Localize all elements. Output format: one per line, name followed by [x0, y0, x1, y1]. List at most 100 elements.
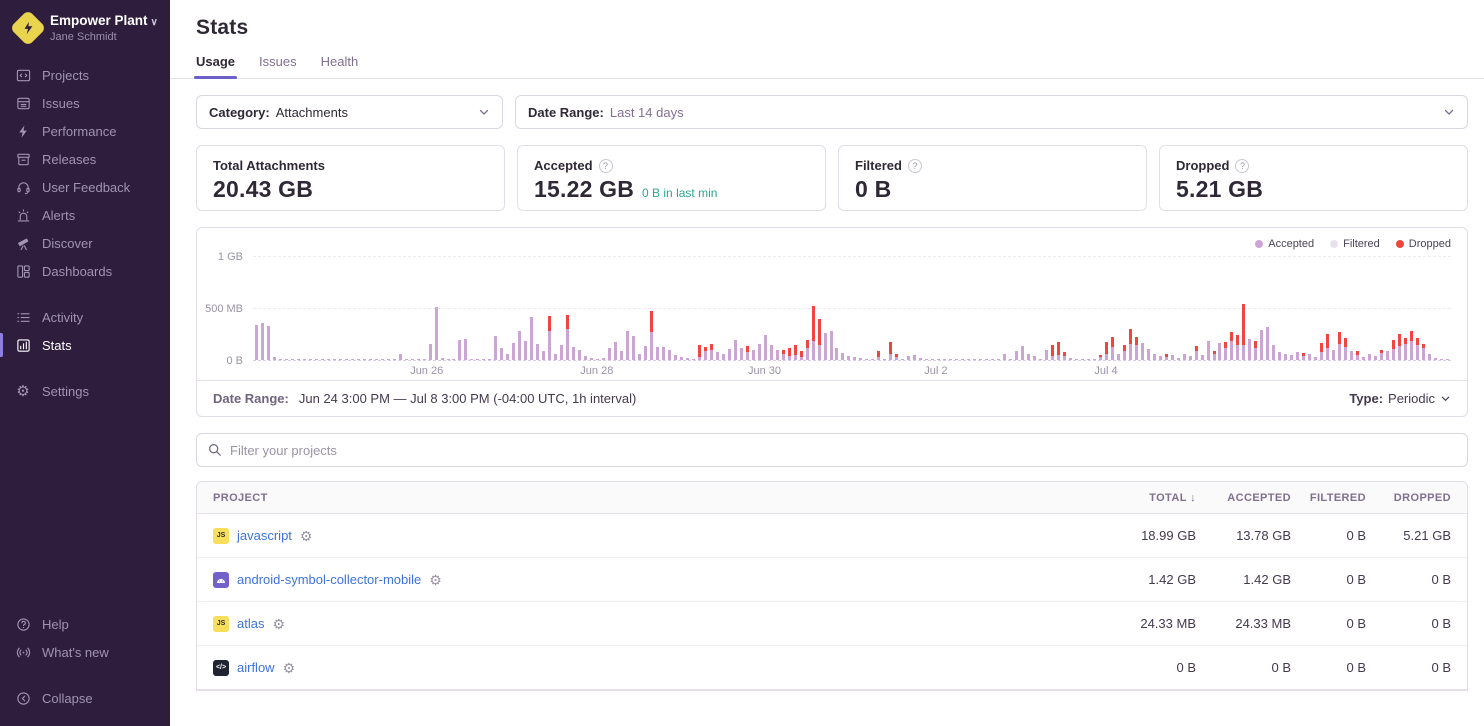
sidebar: Empower Plant∨ Jane Schmidt ProjectsIssu…: [0, 0, 170, 726]
category-select[interactable]: Category: Attachments: [196, 95, 503, 129]
chart-bar: [830, 331, 833, 360]
tab-issues[interactable]: Issues: [259, 54, 297, 78]
collapse-icon: [15, 690, 31, 706]
chart-bar: [1224, 342, 1227, 360]
sidebar-item-stats[interactable]: Stats: [0, 331, 170, 359]
chart-bar: [1015, 351, 1018, 360]
tab-health[interactable]: Health: [321, 54, 359, 78]
sidebar-footer-nav: Help What's new: [0, 610, 170, 666]
chart-bar: [644, 346, 647, 360]
help-tooltip-icon[interactable]: ?: [1235, 159, 1249, 173]
sidebar-item-discover[interactable]: Discover: [0, 229, 170, 257]
chart-bar: [824, 333, 827, 360]
cell-dropped: 5.21 GB: [1366, 528, 1451, 543]
tab-usage[interactable]: Usage: [196, 54, 235, 78]
chart-bar: [1356, 351, 1359, 360]
chart-bar: [800, 351, 803, 360]
sidebar-item-settings[interactable]: ⚙Settings: [0, 377, 170, 405]
chart-bar: [752, 350, 755, 360]
column-total[interactable]: Total ↓: [1086, 492, 1196, 504]
chart-type-select[interactable]: Type: Periodic: [1349, 391, 1451, 406]
sidebar-item-whats-new[interactable]: What's new: [0, 638, 170, 666]
chart-footer: Date Range: Jun 24 3:00 PM — Jul 8 3:00 …: [197, 380, 1467, 416]
chart-bar: [841, 353, 844, 360]
chart-bar: [1326, 334, 1329, 360]
chart-bar: [835, 348, 838, 360]
sidebar-item-label: Settings: [42, 385, 89, 398]
sidebar-item-help[interactable]: Help: [0, 610, 170, 638]
chart-bar: [1123, 345, 1126, 360]
sidebar-item-label: Stats: [42, 339, 72, 352]
chart-bar: [261, 323, 264, 360]
chart-bar: [1248, 339, 1251, 360]
sidebar-item-activity[interactable]: Activity: [0, 303, 170, 331]
sidebar-item-releases[interactable]: Releases: [0, 145, 170, 173]
stat-card-value: 20.43 GB: [213, 176, 313, 203]
legend-item-dropped[interactable]: Dropped: [1396, 238, 1451, 250]
sidebar-item-projects[interactable]: Projects: [0, 61, 170, 89]
project-link[interactable]: android-symbol-collector-mobile: [237, 572, 421, 587]
stat-card-value: 15.22 GB: [534, 176, 634, 203]
project-filter-input[interactable]: [230, 443, 1456, 458]
project-settings-gear-icon[interactable]: ⚙: [283, 661, 296, 675]
help-tooltip-icon[interactable]: ?: [599, 159, 613, 173]
chart-bar: [1338, 332, 1341, 360]
sidebar-item-performance[interactable]: Performance: [0, 117, 170, 145]
main-area: Stats UsageIssuesHealth Category: Attach…: [170, 0, 1484, 726]
chart-bar: [267, 326, 270, 360]
stat-card-note: 0 B in last min: [642, 186, 717, 200]
chart-bar: [464, 339, 467, 360]
project-settings-gear-icon[interactable]: ⚙: [272, 617, 285, 631]
chart-bar: [1063, 352, 1066, 360]
sidebar-item-user-feedback[interactable]: User Feedback: [0, 173, 170, 201]
cell-filtered: 0 B: [1291, 660, 1366, 675]
chart-bar: [1141, 343, 1144, 360]
user-name: Jane Schmidt: [50, 31, 158, 44]
chart-bar: [782, 350, 785, 360]
sidebar-item-label: Releases: [42, 153, 96, 166]
column-dropped[interactable]: Dropped: [1366, 492, 1451, 504]
date-range-select[interactable]: Date Range: Last 14 days: [515, 95, 1468, 129]
org-logo-icon: [10, 10, 47, 47]
project-link[interactable]: airflow: [237, 660, 275, 675]
project-link[interactable]: atlas: [237, 616, 264, 631]
chart-bar: [1111, 337, 1114, 360]
sidebar-item-issues[interactable]: Issues: [0, 89, 170, 117]
legend-item-accepted[interactable]: Accepted: [1255, 238, 1314, 250]
project-link[interactable]: javascript: [237, 528, 292, 543]
chart-bar: [1404, 338, 1407, 360]
project-filter: [196, 433, 1468, 467]
user-feedback-icon: [15, 179, 31, 195]
chart-bar: [662, 347, 665, 360]
alerts-icon: [15, 207, 31, 223]
chart-bar: [494, 336, 497, 360]
project-settings-gear-icon[interactable]: ⚙: [429, 573, 442, 587]
sidebar-item-alerts[interactable]: Alerts: [0, 201, 170, 229]
cell-dropped: 0 B: [1366, 660, 1451, 675]
cell-dropped: 0 B: [1366, 616, 1451, 631]
column-project[interactable]: Project: [213, 492, 1086, 504]
project-settings-gear-icon[interactable]: ⚙: [300, 529, 313, 543]
projects-icon: [15, 67, 31, 83]
chart-y-axis: 1 GB500 MB0 B: [197, 256, 253, 380]
org-switcher[interactable]: Empower Plant∨ Jane Schmidt: [0, 13, 170, 61]
chevron-down-icon: [1443, 106, 1455, 118]
sidebar-item-dashboards[interactable]: Dashboards: [0, 257, 170, 285]
sidebar-item-label: What's new: [42, 646, 109, 659]
column-accepted[interactable]: Accepted: [1196, 492, 1291, 504]
chart-bar: [818, 319, 821, 360]
sidebar-item-label: Alerts: [42, 209, 75, 222]
chart-bar: [812, 306, 815, 360]
table-row: JSjavascript⚙18.99 GB13.78 GB0 B5.21 GB: [197, 514, 1467, 558]
chart-bar: [656, 347, 659, 360]
chart-legend: Accepted Filtered Dropped: [197, 228, 1467, 252]
help-tooltip-icon[interactable]: ?: [908, 159, 922, 173]
chart-bar: [626, 331, 629, 360]
legend-item-filtered[interactable]: Filtered: [1330, 238, 1380, 250]
content: Category: Attachments Date Range: Last 1…: [170, 79, 1484, 726]
sidebar-item-collapse[interactable]: Collapse: [0, 684, 170, 712]
chart-bar: [1296, 352, 1299, 360]
column-filtered[interactable]: Filtered: [1291, 492, 1366, 504]
chart-bar: [650, 311, 653, 360]
chart-bar: [1416, 338, 1419, 360]
